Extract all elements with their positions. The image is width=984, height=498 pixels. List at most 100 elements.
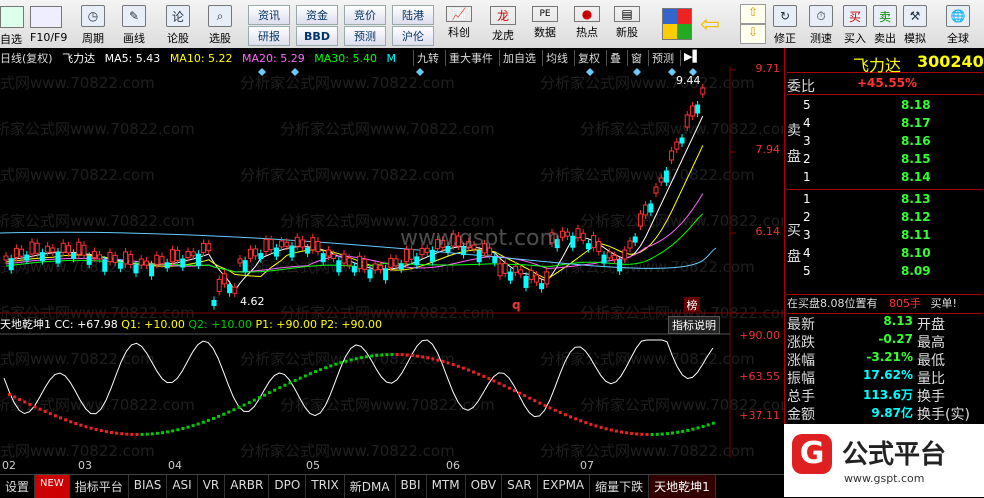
date-axis: 02 03 04 05 06 07	[0, 458, 784, 474]
sell-order-row[interactable]: 4 8.17	[803, 116, 979, 134]
global-button[interactable]: 🌐 全球	[940, 2, 976, 46]
watermark-text: 分析家公式网www.70822.com	[240, 350, 455, 368]
signal-dot	[206, 418, 210, 422]
menu-window[interactable]: 窗	[627, 50, 642, 66]
funds-button[interactable]: 资金	[296, 5, 338, 25]
book-divider	[787, 189, 983, 190]
indicator-q2: Q2: +10.00	[188, 318, 252, 331]
bbd-button[interactable]: BBD	[296, 26, 338, 46]
indicator-tab[interactable]: MTM	[427, 475, 466, 498]
indicator-tab[interactable]: SAR	[502, 475, 538, 498]
star-market-button[interactable]: 📈 科创	[444, 6, 474, 40]
menu-forecast[interactable]: 预测	[648, 50, 674, 66]
signal-dot	[319, 368, 323, 372]
menu-add-watchlist[interactable]: 加自选	[499, 50, 536, 66]
indicator-tab[interactable]: BIAS	[129, 475, 168, 498]
new-stock-button[interactable]: ▤ 新股	[612, 6, 642, 40]
q-marker: q	[512, 298, 521, 312]
buy-label: 买盘	[787, 223, 801, 265]
period-button[interactable]: ◷ 周期	[76, 2, 110, 46]
data-button[interactable]: PE 数据	[530, 6, 560, 40]
chart-info-bar: 日线(复权) 飞力达 MA5: 5.43 MA10: 5.22 MA20: 5.…	[0, 50, 402, 66]
buy-order-row[interactable]: 4 8.10	[803, 246, 979, 264]
buy-button[interactable]: 买买入	[840, 2, 870, 46]
indicator-tab[interactable]: ARBR	[225, 475, 270, 498]
sell-order-row[interactable]: 3 8.16	[803, 134, 979, 152]
auction-button[interactable]: 竞价	[344, 5, 386, 25]
menu-ma[interactable]: 均线	[542, 50, 568, 66]
sell-order-row[interactable]: 5 8.18	[803, 98, 979, 116]
sell-order-row[interactable]: 1 8.14	[803, 170, 979, 188]
candle	[164, 262, 170, 269]
chart-menu: 九转 重大事件 加自选 均线 复权 叠 窗 预测 ▶▌	[413, 50, 701, 66]
candle	[580, 232, 586, 241]
indicator-tab[interactable]: OBV	[466, 475, 503, 498]
indicator-tab[interactable]: TRIX	[306, 475, 345, 498]
discuss-button[interactable]: 论论股	[160, 2, 196, 46]
indicator-p2: P2: +90.00	[320, 318, 383, 331]
up-arrow-icon[interactable]: ⇧	[740, 4, 766, 24]
forecast-button[interactable]: 预测	[344, 26, 386, 46]
indicator-q1: Q1: +10.00	[121, 318, 185, 331]
sell-order-row[interactable]: 2 8.15	[803, 152, 979, 170]
down-arrow-icon[interactable]: ⇩	[740, 24, 766, 44]
candle	[362, 258, 368, 270]
candle	[242, 260, 248, 273]
candle	[138, 258, 144, 266]
indicator-tab[interactable]: 天地乾坤1	[649, 475, 716, 498]
indicator-tab[interactable]: ASI	[167, 475, 198, 498]
settings-tab[interactable]: 设置	[0, 475, 36, 498]
hk-connect-button[interactable]: 陆港	[392, 5, 434, 25]
new-badge[interactable]: NEW	[35, 475, 70, 498]
signal-dot	[655, 432, 659, 436]
watchlist-button[interactable]: 自选	[0, 6, 28, 46]
candle	[221, 273, 227, 285]
indicator-explain-button[interactable]: 指标说明	[668, 316, 720, 334]
colorful-grid-icon[interactable]	[662, 8, 692, 40]
menu-nine-turn[interactable]: 九转	[413, 50, 439, 66]
signal-dot	[222, 412, 226, 416]
indicator-tab[interactable]: 新DMA	[345, 475, 396, 498]
kline-chart[interactable]: 分析家公式网www.70822.com 分析家公式网www.70822.com 分析…	[0, 48, 784, 458]
signal-dot	[507, 386, 511, 390]
candle	[492, 256, 498, 263]
research-button[interactable]: 研报	[248, 26, 290, 46]
signal-dot	[502, 384, 506, 388]
simulate-button[interactable]: ⚒ 模拟	[900, 2, 930, 46]
candle	[497, 263, 503, 277]
buy-order-row[interactable]: 2 8.12	[803, 210, 979, 228]
sh-london-button[interactable]: 沪伦	[392, 26, 434, 46]
buy-order-row[interactable]: 3 8.11	[803, 228, 979, 246]
menu-adjust[interactable]: 复权	[574, 50, 600, 66]
candle	[351, 266, 357, 273]
f10-icon	[30, 6, 62, 28]
buy-order-row[interactable]: 1 8.13	[803, 192, 979, 210]
candle	[201, 242, 207, 253]
ranking-badge[interactable]: 榜	[684, 297, 700, 312]
dragon-tiger-button[interactable]: 龙龙虎	[488, 6, 518, 42]
watermark-text: 分析家公式网www.70822.com	[540, 442, 755, 458]
indicator-tab[interactable]: 缩量下跌	[590, 475, 650, 498]
indicator-tab[interactable]: EXPMA	[538, 475, 591, 498]
candle	[679, 137, 685, 144]
back-arrow-icon[interactable]: ⇦	[700, 10, 720, 38]
news-button[interactable]: 资讯	[248, 5, 290, 25]
signal-dot	[472, 370, 476, 374]
menu-major-events[interactable]: 重大事件	[445, 50, 493, 66]
signal-dot	[227, 410, 231, 414]
draw-line-button[interactable]: ✎ 画线	[116, 2, 152, 46]
indicator-tab[interactable]: DPO	[269, 475, 307, 498]
speed-test-button[interactable]: ⏱ 测速	[804, 2, 838, 46]
f10-button[interactable]: F10/F9	[30, 6, 72, 46]
correct-button[interactable]: ↻ 修正	[768, 2, 802, 46]
expand-arrow-icon[interactable]: ▶▌	[680, 50, 701, 66]
buy-order-row[interactable]: 5 8.09	[803, 264, 979, 282]
indicator-tab[interactable]: BBI	[396, 475, 427, 498]
candle	[107, 252, 113, 263]
stock-picker-button[interactable]: ⌕ 选股	[202, 2, 238, 46]
hot-button[interactable]: ● 热点	[572, 6, 602, 40]
menu-overlay[interactable]: 叠	[606, 50, 621, 66]
sell-button[interactable]: 卖卖出	[870, 2, 900, 46]
indicator-tab[interactable]: VR	[198, 475, 226, 498]
indicator-tab[interactable]: 指标平台	[70, 475, 129, 498]
